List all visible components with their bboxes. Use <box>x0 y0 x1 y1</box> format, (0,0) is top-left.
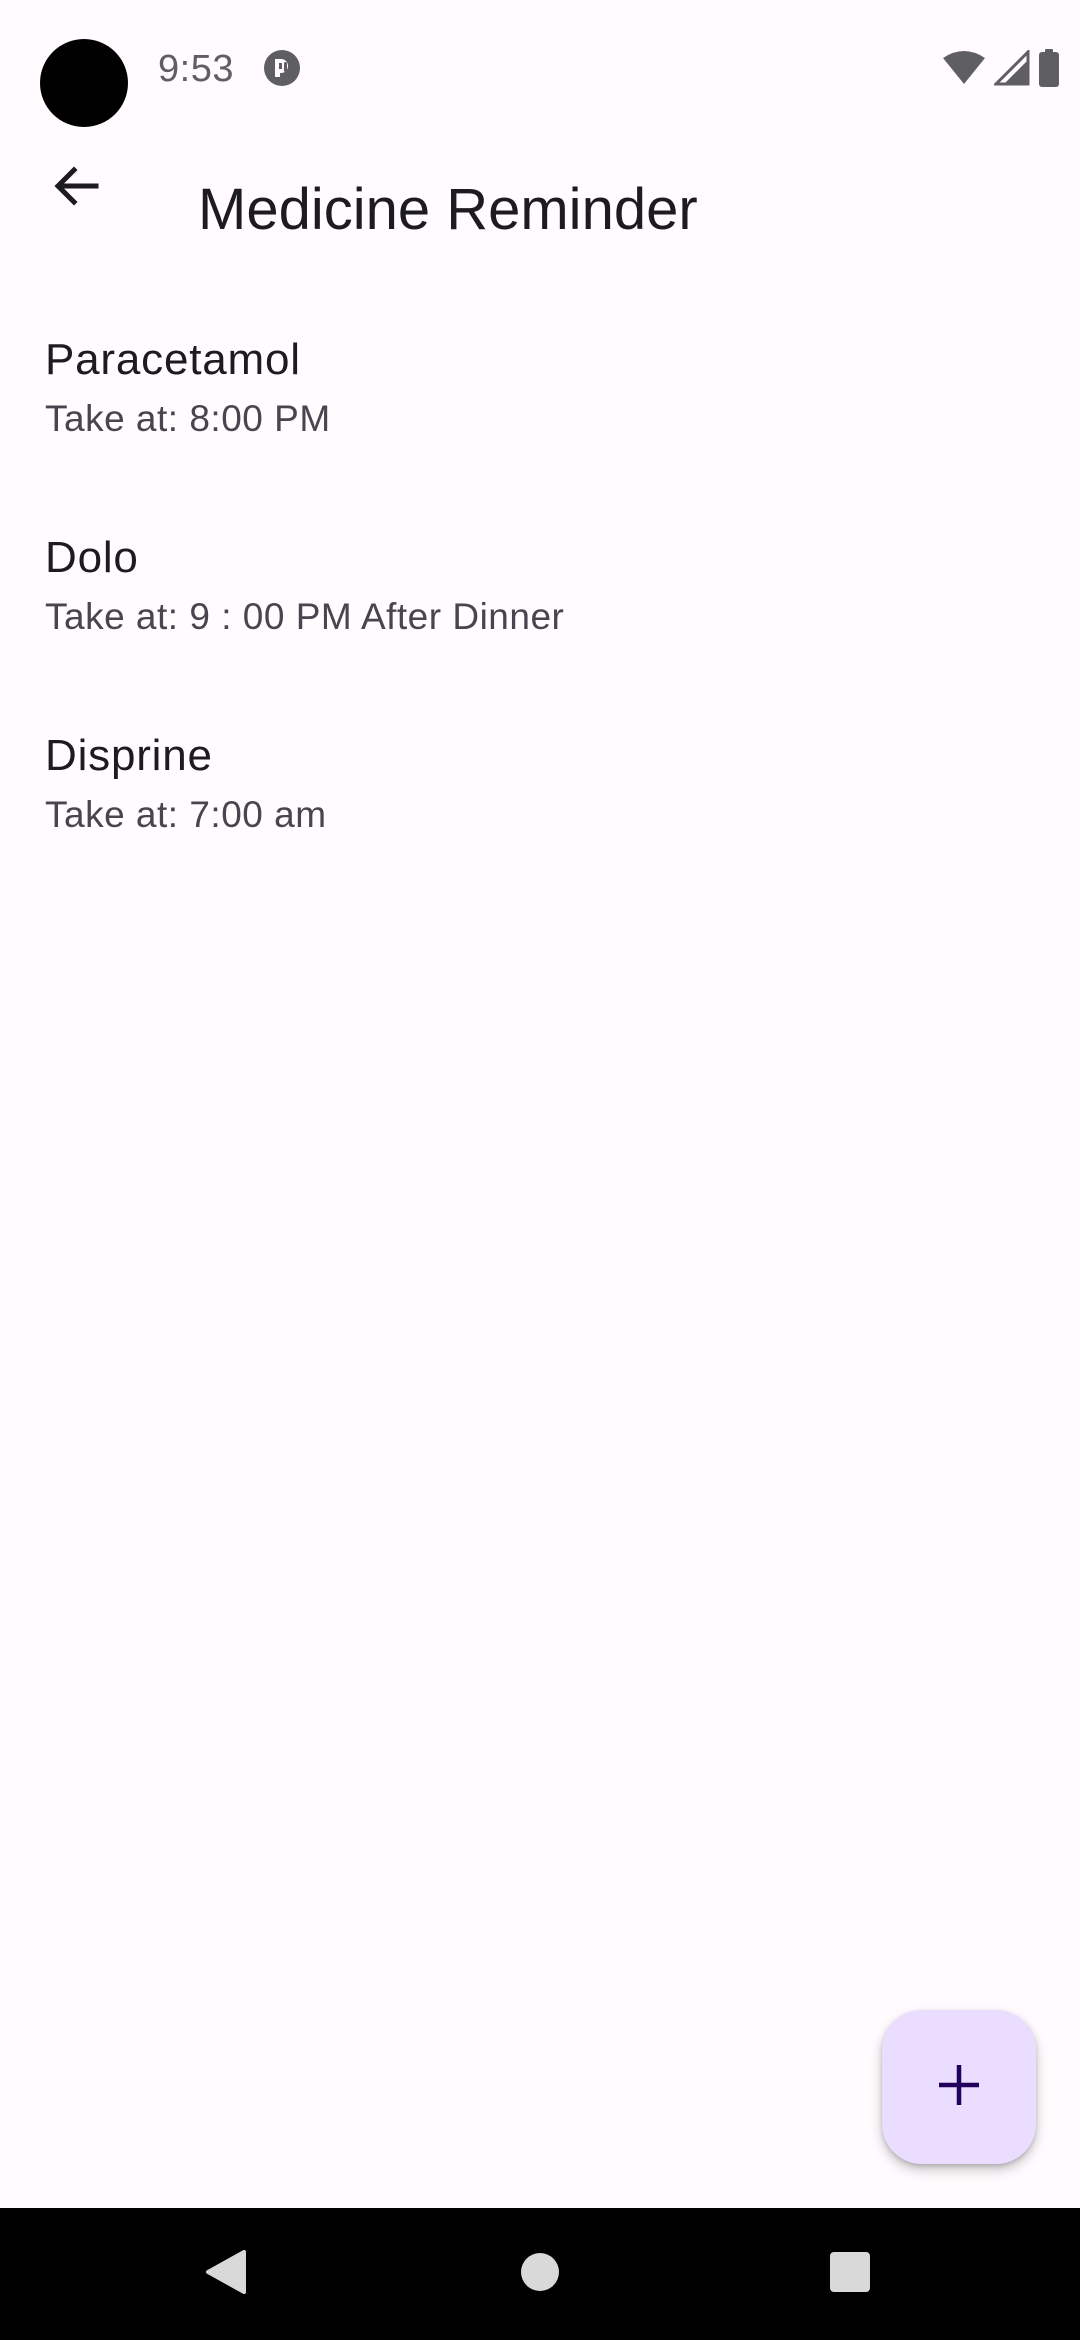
battery-icon <box>1038 49 1060 87</box>
medicine-name: Disprine <box>45 731 213 780</box>
add-medicine-button[interactable] <box>882 2010 1036 2164</box>
medicine-time: Take at: 8:00 PM <box>45 398 331 439</box>
medicine-list: Paracetamol Take at: 8:00 PM Dolo Take a… <box>0 318 1080 912</box>
medicine-time: Take at: 7:00 am <box>45 794 327 835</box>
medicine-name: Paracetamol <box>45 335 301 384</box>
nav-recents-button[interactable] <box>802 2226 898 2322</box>
medicine-time: Take at: 9 : 00 PM After Dinner <box>45 596 565 637</box>
page-title: Medicine Reminder <box>198 177 698 242</box>
arrow-back-icon <box>50 160 102 217</box>
app-notification-icon <box>262 48 302 88</box>
back-button[interactable] <box>28 140 124 236</box>
camera-cutout <box>40 39 128 127</box>
status-bar: 9:53 <box>0 0 1080 136</box>
nav-back-button[interactable] <box>178 2226 274 2322</box>
nav-recents-icon <box>829 2251 871 2298</box>
nav-back-icon <box>204 2248 248 2301</box>
list-item[interactable]: Paracetamol Take at: 8:00 PM <box>0 318 1080 516</box>
status-time: 9:53 <box>158 48 234 90</box>
nav-home-button[interactable] <box>492 2226 588 2322</box>
medicine-name: Dolo <box>45 533 139 582</box>
add-icon <box>937 2063 981 2112</box>
wifi-icon <box>942 50 986 86</box>
status-icons <box>942 48 1060 88</box>
list-item[interactable]: Dolo Take at: 9 : 00 PM After Dinner <box>0 516 1080 714</box>
nav-home-icon <box>519 2251 561 2298</box>
list-item[interactable]: Disprine Take at: 7:00 am <box>0 714 1080 912</box>
system-navigation-bar <box>0 2208 1080 2340</box>
cellular-signal-icon <box>994 50 1030 86</box>
